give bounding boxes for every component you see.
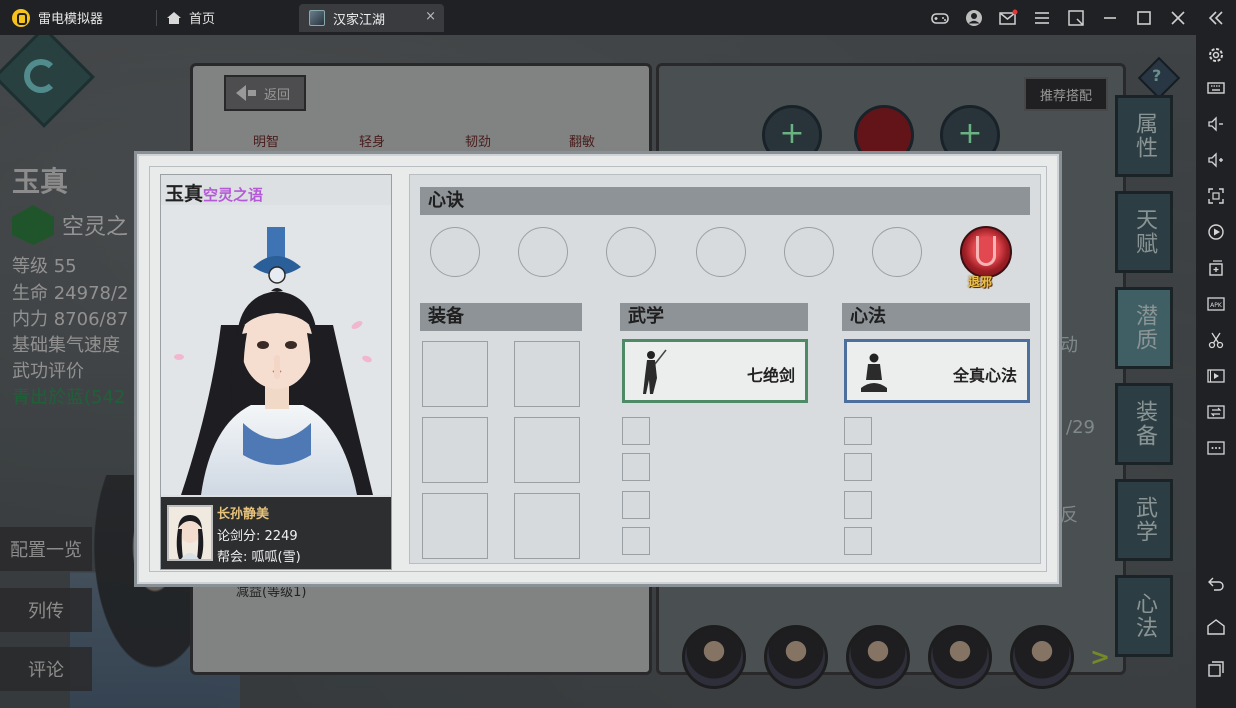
window-mode-icon[interactable] [1066,8,1086,28]
mail-icon[interactable] [998,8,1018,28]
home-icon [167,11,181,24]
portrait-card: 玉真空灵之语 长孙静美 论剑分: 2249 帮会: 呱呱(雪) [160,174,392,570]
xinjue-slot-1[interactable] [430,227,480,277]
xinjue-slot-4[interactable] [696,227,746,277]
game-viewport: 玉真 空灵之 等级 55 生命 24978/2 内力 8706/87 基础集气速… [0,35,1196,708]
android-back-icon[interactable] [1206,573,1226,593]
guild-value: 呱呱(雪) [251,550,301,565]
swordsman-figure-icon [643,349,667,394]
arena-score-label: 论剑分: [217,529,261,544]
volume-down-icon[interactable] [1206,114,1226,134]
equipment-slot-6[interactable] [514,493,580,559]
section-header-equipment: 装备 [420,303,582,331]
scissors-icon[interactable] [1206,330,1226,350]
player-info-footer: 长孙静美 论剑分: 2249 帮会: 呱呱(雪) [161,497,391,569]
android-recents-icon[interactable] [1206,659,1226,679]
sync-operations-icon[interactable] [1206,402,1226,422]
portrait-character-name: 玉真 [165,183,204,205]
player-avatar[interactable] [167,505,213,561]
game-app-icon [309,10,325,26]
xinjue-slot-3[interactable] [606,227,656,277]
keyboard-icon[interactable] [1206,78,1226,98]
martial-arts-skill-name: 七绝剑 [746,366,795,385]
maximize-icon[interactable] [1134,8,1154,28]
martial-arts-sub-slot-4[interactable] [622,527,650,555]
mind-method-sub-slot-2[interactable] [844,453,872,481]
emulator-right-toolbar: APK [1196,35,1236,708]
mind-method-sub-slot-1[interactable] [844,417,872,445]
more-options-icon[interactable] [1206,438,1226,458]
user-account-icon[interactable] [964,8,984,28]
tab-close-icon[interactable]: × [425,9,436,24]
meditating-figure-icon [861,353,887,392]
titlebar-divider [156,10,157,26]
emulator-app-title[interactable]: 雷电模拟器 [12,0,103,35]
svg-text:APK: APK [1210,302,1223,309]
close-window-icon[interactable] [1168,8,1188,28]
section-header-martial-arts: 武学 [620,303,808,331]
equipment-slot-1[interactable] [422,341,488,407]
martial-arts-sub-slot-3[interactable] [622,491,650,519]
section-header-xinjue: 心诀 [420,187,1030,215]
emulator-title-bar: 雷电模拟器 首页 汉家江湖 × [0,0,1236,35]
xinjue-slot-2[interactable] [518,227,568,277]
tab-game[interactable]: 汉家江湖 × [299,4,444,32]
section-header-mind-method: 心法 [842,303,1030,331]
multi-instance-icon[interactable] [1206,258,1226,278]
mind-method-skill-card[interactable]: 全真心法 [844,339,1030,403]
mind-method-sub-slot-4[interactable] [844,527,872,555]
xinjue-tuixie-icon[interactable] [960,226,1012,278]
xinjue-slot-5[interactable] [784,227,834,277]
menu-icon[interactable] [1032,8,1052,28]
mind-method-sub-slot-3[interactable] [844,491,872,519]
record-macro-icon[interactable] [1206,222,1226,242]
arena-score-value: 2249 [264,529,298,544]
leidian-logo-icon [12,8,30,27]
mind-method-skill-name: 全真心法 [952,366,1017,385]
character-build-modal: 玉真空灵之语 长孙静美 论剑分: 2249 帮会: 呱呱(雪) 心诀 退邪 装备… [134,151,1062,587]
tab-home-label: 首页 [189,12,216,27]
portrait-character-school: 空灵之语 [203,186,264,204]
equipment-slot-5[interactable] [422,493,488,559]
xinjue-slot-6[interactable] [872,227,922,277]
app-title-text: 雷电模拟器 [38,12,104,27]
guild-label: 帮会: [217,550,248,565]
build-details-panel: 心诀 退邪 装备 武学 心法 七绝剑 全真心法 [409,174,1041,564]
screenshot-icon[interactable] [1206,186,1226,206]
xinjue-tuixie-label: 退邪 [968,275,993,289]
martial-arts-skill-card[interactable]: 七绝剑 [622,339,808,403]
minimize-icon[interactable] [1100,8,1120,28]
android-home-icon[interactable] [1206,617,1226,637]
settings-gear-icon[interactable] [1206,45,1226,65]
martial-arts-sub-slot-1[interactable] [622,417,650,445]
player-name: 长孙静美 [217,507,270,522]
install-apk-icon[interactable]: APK [1206,294,1226,314]
volume-up-icon[interactable] [1206,150,1226,170]
tab-game-label: 汉家江湖 [333,12,386,28]
collapse-sidebar-icon[interactable] [1206,8,1226,28]
equipment-slot-4[interactable] [514,417,580,483]
video-player-icon[interactable] [1206,366,1226,386]
gamepad-icon[interactable] [930,8,950,28]
character-portrait-art [161,205,391,495]
equipment-slot-3[interactable] [422,417,488,483]
equipment-slot-2[interactable] [514,341,580,407]
tab-home[interactable]: 首页 [163,0,215,35]
martial-arts-sub-slot-2[interactable] [622,453,650,481]
